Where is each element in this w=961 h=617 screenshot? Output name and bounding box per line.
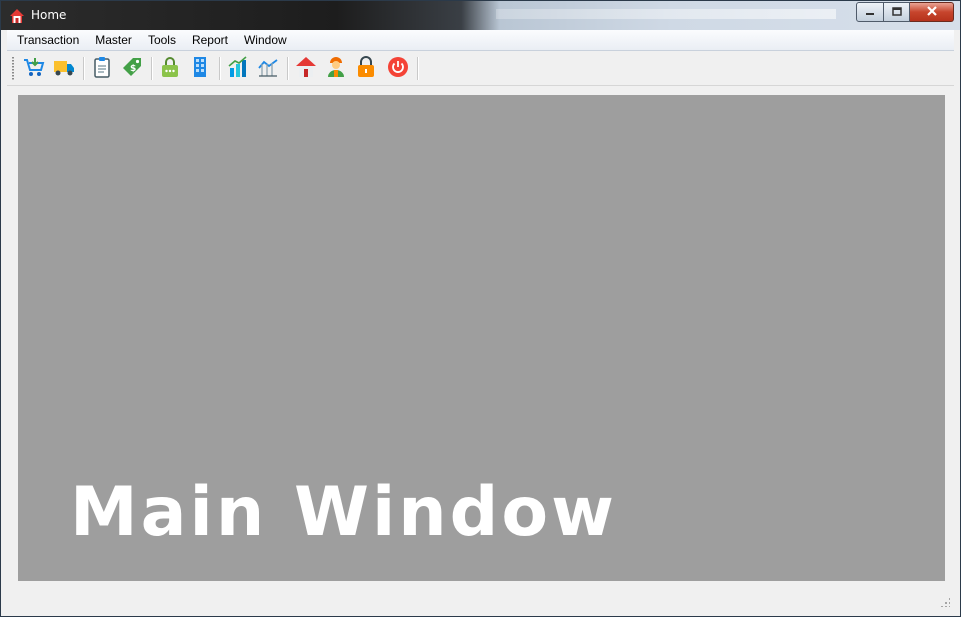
toolbar-separator: [219, 57, 221, 80]
price-button[interactable]: $: [121, 57, 143, 79]
minimize-button[interactable]: [856, 2, 884, 22]
window-title: Home: [31, 8, 67, 22]
menu-window[interactable]: Window: [236, 30, 295, 50]
menu-report[interactable]: Report: [184, 30, 236, 50]
toolbar-separator: [287, 57, 289, 80]
line-chart-icon: [257, 56, 279, 81]
toolbar: $: [7, 52, 954, 86]
toolbar-separator: [151, 57, 153, 80]
clipboard-icon: [91, 56, 113, 81]
delivery-truck-icon: [53, 56, 75, 81]
lock-icon: [355, 55, 377, 81]
restore-button[interactable]: [884, 2, 910, 22]
bag-icon: [159, 56, 181, 81]
building-icon: [189, 56, 211, 81]
power-icon: [387, 56, 409, 81]
shopping-cart-icon: [23, 56, 45, 81]
price-tag-icon: $: [121, 56, 143, 81]
reports-button[interactable]: [227, 55, 249, 81]
toolbar-separator: [83, 57, 85, 80]
title-bar[interactable]: Home: [1, 1, 960, 30]
users-button[interactable]: [325, 56, 347, 81]
minimize-icon: [865, 5, 875, 19]
toolbar-grip[interactable]: [12, 57, 14, 81]
app-window: Home Transaction Master Tools Report Win…: [0, 0, 961, 617]
menu-transaction[interactable]: Transaction: [7, 30, 87, 50]
delivery-button[interactable]: [53, 57, 75, 79]
title-bar-reflection: [496, 9, 836, 19]
svg-text:$: $: [130, 64, 136, 74]
window-controls: [856, 2, 954, 22]
home-button[interactable]: [295, 56, 317, 81]
main-window-label: Main Window: [70, 473, 617, 552]
analytics-button[interactable]: [257, 57, 279, 79]
sales-button[interactable]: [23, 57, 45, 79]
restore-icon: [891, 5, 902, 19]
menu-bar: Transaction Master Tools Report Window: [7, 30, 954, 51]
home-app-icon[interactable]: [9, 8, 25, 24]
company-button[interactable]: [189, 56, 211, 81]
status-bar: [7, 590, 954, 610]
toolbar-separator: [417, 57, 419, 80]
purchase-button[interactable]: [159, 56, 181, 81]
lock-button[interactable]: [355, 55, 377, 81]
resize-grip[interactable]: [940, 597, 950, 607]
mdi-client-area: Main Window: [7, 86, 954, 590]
menu-master[interactable]: Master: [87, 30, 140, 50]
main-panel[interactable]: Main Window: [18, 95, 945, 581]
home-icon: [295, 56, 317, 81]
exit-button[interactable]: [387, 56, 409, 81]
orders-button[interactable]: [91, 56, 113, 81]
bar-chart-icon: [227, 55, 249, 81]
user-icon: [325, 56, 347, 81]
close-button[interactable]: [910, 2, 954, 22]
menu-tools[interactable]: Tools: [140, 30, 184, 50]
close-icon: [926, 5, 938, 19]
